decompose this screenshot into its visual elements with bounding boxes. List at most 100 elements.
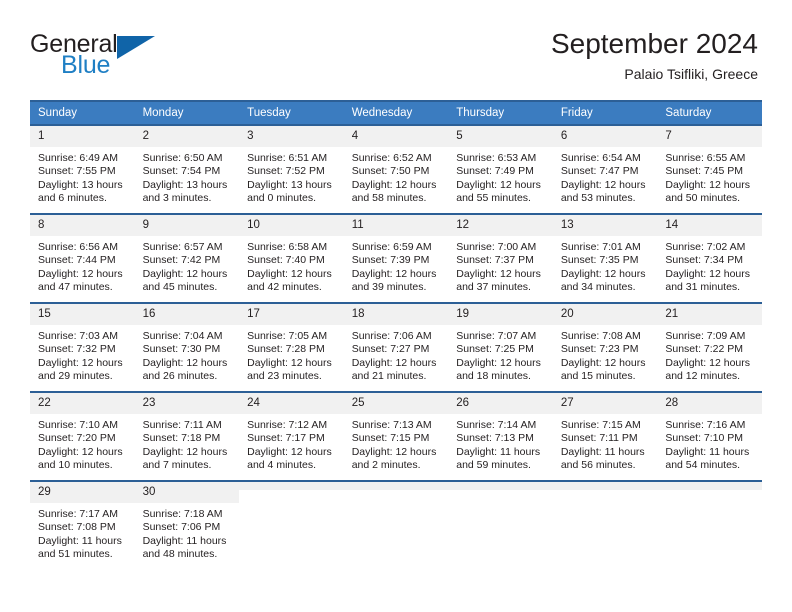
sunset-text: Sunset: 7:11 PM <box>560 432 638 445</box>
sunset-text: Sunset: 7:44 PM <box>38 254 116 267</box>
daylight-text: Daylight: 12 hours and 31 minutes. <box>665 267 751 294</box>
calendar-day-cell[interactable]: 7 Sunrise: 6:55 AM Sunset: 7:45 PM Daylight… <box>657 124 762 214</box>
title-block: September 2024 Palaio Tsifliki, Greece <box>551 28 758 82</box>
day-number <box>657 482 762 490</box>
day-details: Sunrise: 6:52 AM Sunset: 7:50 PM Daylight:… <box>344 147 449 206</box>
calendar-day-cell[interactable]: 19 Sunrise: 7:07 AM Sunset: 7:25 PM Dayligh… <box>448 302 553 392</box>
calendar-day-cell[interactable]: 23 Sunrise: 7:11 AM Sunset: 7:18 PM Dayligh… <box>134 391 240 481</box>
day-details: Sunrise: 7:06 AM Sunset: 7:27 PM Daylight:… <box>344 325 449 384</box>
daylight-text: Daylight: 11 hours and 56 minutes. <box>560 445 645 472</box>
day-details: Sunrise: 6:58 AM Sunset: 7:40 PM Daylight:… <box>239 236 344 295</box>
daylight-text: Daylight: 13 hours and 6 minutes. <box>38 178 123 205</box>
calendar-day-cell[interactable]: 24 Sunrise: 7:12 AM Sunset: 7:17 PM Dayligh… <box>239 391 344 481</box>
calendar-day-cell[interactable]: 15 Sunrise: 7:03 AM Sunset: 7:32 PM Dayligh… <box>30 302 135 392</box>
calendar-page: General Blue September 2024 Palaio Tsifl… <box>0 0 792 612</box>
day-details: Sunrise: 6:50 AM Sunset: 7:54 PM Daylight:… <box>135 147 240 206</box>
sunrise-text: Sunrise: 7:04 AM <box>142 329 223 342</box>
sunset-text: Sunset: 7:55 PM <box>38 165 116 178</box>
daylight-text: Daylight: 11 hours and 59 minutes. <box>456 445 541 472</box>
day-number: 26 <box>448 393 553 414</box>
calendar-body: 1 Sunrise: 6:49 AM Sunset: 7:55 PM Daylight… <box>30 124 762 570</box>
calendar-week-row: 22 Sunrise: 7:10 AM Sunset: 7:20 PM Dayligh… <box>30 391 762 481</box>
calendar-day-cell[interactable]: 26 Sunrise: 7:14 AM Sunset: 7:13 PM Dayligh… <box>448 391 553 481</box>
sunrise-text: Sunrise: 7:03 AM <box>38 329 118 342</box>
calendar-empty-cell <box>239 480 344 570</box>
daylight-text: Daylight: 12 hours and 58 minutes. <box>351 178 437 205</box>
day-number: 5 <box>448 126 553 147</box>
sunrise-text: Sunrise: 6:53 AM <box>456 151 537 164</box>
day-number: 4 <box>343 126 449 147</box>
day-details: Sunrise: 7:16 AM Sunset: 7:10 PM Daylight:… <box>657 414 762 473</box>
calendar-day-cell[interactable]: 1 Sunrise: 6:49 AM Sunset: 7:55 PM Daylight… <box>30 124 135 214</box>
day-details: Sunrise: 7:02 AM Sunset: 7:34 PM Daylight:… <box>657 236 762 295</box>
day-details: Sunrise: 7:05 AM Sunset: 7:28 PM Daylight:… <box>239 325 344 384</box>
calendar-grid: Sunday Monday Tuesday Wednesday Thursday… <box>30 100 762 570</box>
calendar-day-cell[interactable]: 13 Sunrise: 7:01 AM Sunset: 7:35 PM Dayligh… <box>552 213 658 303</box>
day-number: 9 <box>134 215 240 236</box>
sunset-text: Sunset: 7:20 PM <box>38 432 116 445</box>
sunset-text: Sunset: 7:18 PM <box>142 432 221 445</box>
calendar-empty-cell <box>657 480 762 570</box>
calendar-day-cell[interactable]: 2 Sunrise: 6:50 AM Sunset: 7:54 PM Daylight… <box>134 124 240 214</box>
calendar-day-cell[interactable]: 27 Sunrise: 7:15 AM Sunset: 7:11 PM Dayligh… <box>552 391 658 481</box>
sunset-text: Sunset: 7:10 PM <box>665 432 744 445</box>
calendar-day-cell[interactable]: 17 Sunrise: 7:05 AM Sunset: 7:28 PM Dayligh… <box>239 302 344 392</box>
day-number: 12 <box>448 215 553 236</box>
day-details: Sunrise: 7:08 AM Sunset: 7:23 PM Daylight:… <box>553 325 658 384</box>
daylight-text: Daylight: 12 hours and 12 minutes. <box>665 356 751 383</box>
sunrise-text: Sunrise: 6:52 AM <box>351 151 432 164</box>
day-number <box>239 482 344 490</box>
day-number: 22 <box>30 393 135 414</box>
calendar-day-cell[interactable]: 16 Sunrise: 7:04 AM Sunset: 7:30 PM Dayligh… <box>134 302 240 392</box>
day-number: 3 <box>239 126 344 147</box>
calendar-day-cell[interactable]: 3 Sunrise: 6:51 AM Sunset: 7:52 PM Daylight… <box>239 124 344 214</box>
sunset-text: Sunset: 7:28 PM <box>247 343 325 356</box>
calendar-day-cell[interactable]: 11 Sunrise: 6:59 AM Sunset: 7:39 PM Dayligh… <box>343 213 449 303</box>
calendar-day-cell[interactable]: 25 Sunrise: 7:13 AM Sunset: 7:15 PM Dayligh… <box>343 391 449 481</box>
calendar-day-cell[interactable]: 12 Sunrise: 7:00 AM Sunset: 7:37 PM Dayligh… <box>448 213 553 303</box>
sunrise-text: Sunrise: 7:02 AM <box>665 240 746 253</box>
day-number: 20 <box>552 304 658 325</box>
calendar-day-cell[interactable]: 5 Sunrise: 6:53 AM Sunset: 7:49 PM Daylight… <box>448 124 553 214</box>
day-number: 30 <box>134 482 240 503</box>
location-subtitle: Palaio Tsifliki, Greece <box>624 66 758 83</box>
calendar-day-cell[interactable]: 9 Sunrise: 6:57 AM Sunset: 7:42 PM Daylight… <box>134 213 240 303</box>
daylight-text: Daylight: 12 hours and 21 minutes. <box>351 356 437 383</box>
calendar-day-cell[interactable]: 6 Sunrise: 6:54 AM Sunset: 7:47 PM Daylight… <box>552 124 658 214</box>
sunset-text: Sunset: 7:17 PM <box>247 432 325 445</box>
calendar-day-cell[interactable]: 30 Sunrise: 7:18 AM Sunset: 7:06 PM Dayligh… <box>134 480 240 570</box>
sunset-text: Sunset: 7:06 PM <box>142 521 221 534</box>
sunset-text: Sunset: 7:13 PM <box>456 432 534 445</box>
day-number: 23 <box>134 393 240 414</box>
sunset-text: Sunset: 7:37 PM <box>456 254 534 267</box>
sunrise-text: Sunrise: 7:08 AM <box>560 329 641 342</box>
sunrise-text: Sunrise: 6:55 AM <box>665 151 746 164</box>
calendar-day-cell[interactable]: 20 Sunrise: 7:08 AM Sunset: 7:23 PM Dayligh… <box>552 302 658 392</box>
calendar-day-cell[interactable]: 8 Sunrise: 6:56 AM Sunset: 7:44 PM Daylight… <box>30 213 135 303</box>
calendar-day-cell[interactable]: 29 Sunrise: 7:17 AM Sunset: 7:08 PM Dayligh… <box>30 480 135 570</box>
sunrise-text: Sunrise: 6:49 AM <box>38 151 118 164</box>
calendar-day-cell[interactable]: 28 Sunrise: 7:16 AM Sunset: 7:10 PM Dayligh… <box>657 391 762 481</box>
sunset-text: Sunset: 7:52 PM <box>247 165 325 178</box>
sunrise-text: Sunrise: 6:57 AM <box>142 240 223 253</box>
day-number <box>448 482 553 490</box>
calendar-day-cell[interactable]: 10 Sunrise: 6:58 AM Sunset: 7:40 PM Dayligh… <box>239 213 344 303</box>
weekday-header-monday: Monday <box>134 100 240 125</box>
day-number: 15 <box>30 304 135 325</box>
sunrise-text: Sunrise: 7:13 AM <box>351 418 432 431</box>
calendar-day-cell[interactable]: 22 Sunrise: 7:10 AM Sunset: 7:20 PM Dayligh… <box>30 391 135 481</box>
calendar-day-cell[interactable]: 14 Sunrise: 7:02 AM Sunset: 7:34 PM Dayligh… <box>657 213 762 303</box>
calendar-day-cell[interactable]: 21 Sunrise: 7:09 AM Sunset: 7:22 PM Dayligh… <box>657 302 762 392</box>
general-blue-logo[interactable]: General Blue <box>30 28 180 84</box>
calendar-day-cell[interactable]: 4 Sunrise: 6:52 AM Sunset: 7:50 PM Daylight… <box>343 124 449 214</box>
sunrise-text: Sunrise: 7:14 AM <box>456 418 537 431</box>
day-details: Sunrise: 6:59 AM Sunset: 7:39 PM Daylight:… <box>344 236 449 295</box>
calendar-day-cell[interactable]: 18 Sunrise: 7:06 AM Sunset: 7:27 PM Dayligh… <box>343 302 449 392</box>
page-header: General Blue September 2024 Palaio Tsifl… <box>0 0 792 84</box>
daylight-text: Daylight: 12 hours and 10 minutes. <box>38 445 123 472</box>
daylight-text: Daylight: 12 hours and 45 minutes. <box>142 267 228 294</box>
sunset-text: Sunset: 7:23 PM <box>560 343 639 356</box>
sunrise-text: Sunrise: 7:06 AM <box>351 329 432 342</box>
sunrise-text: Sunrise: 7:05 AM <box>247 329 328 342</box>
day-details: Sunrise: 6:49 AM Sunset: 7:55 PM Daylight:… <box>30 147 135 206</box>
